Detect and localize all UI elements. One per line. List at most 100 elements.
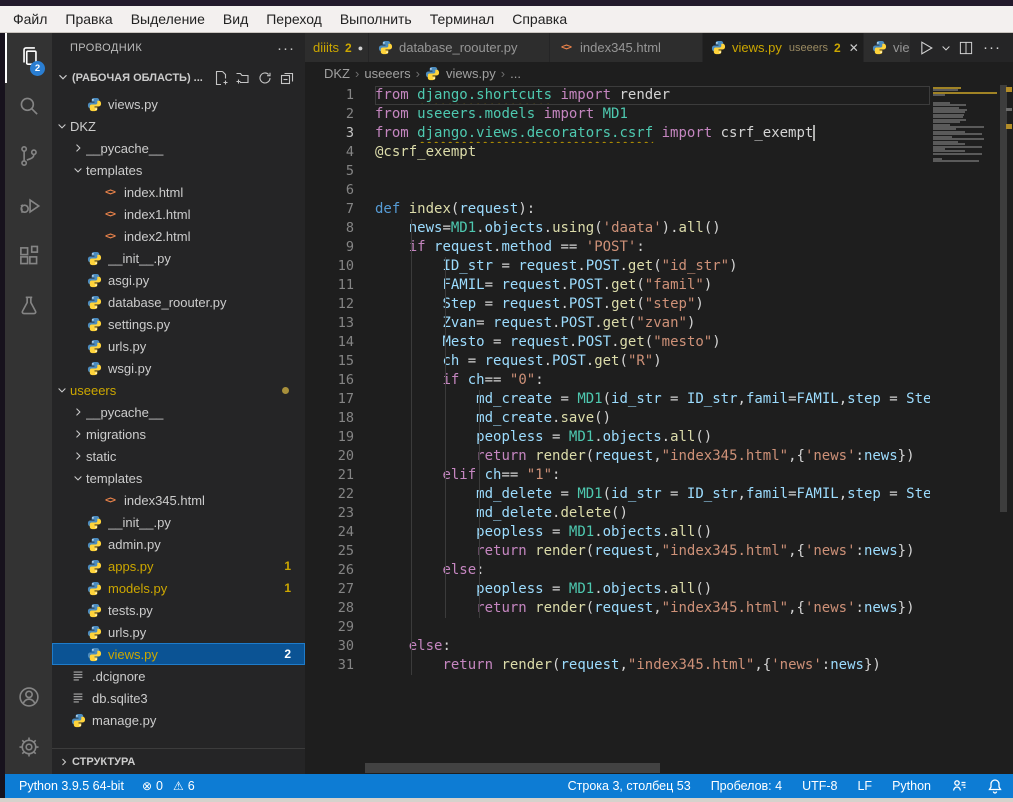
breadcrumb[interactable]: DKZ›useeers›views.py›... [305,62,1013,84]
tree-item-manage.py[interactable]: manage.py [52,709,305,731]
status-problems[interactable]: ⊗0⚠6 [142,779,195,793]
status-language-mode[interactable]: Python [892,779,931,793]
menu-item-6[interactable]: Выполнить [331,6,421,32]
menu-item-7[interactable]: Терминал [421,6,503,32]
tree-item-apps.py[interactable]: apps.py1 [52,555,305,577]
tree-item-__init__.py[interactable]: __init__.py [52,247,305,269]
tab-index345.html[interactable]: <>index345.html [550,33,702,62]
tree-item-useeers[interactable]: useeers [52,379,305,401]
tree-item-urls.py[interactable]: urls.py [52,621,305,643]
problems-badge: 2 [284,647,291,661]
tree-item-templates[interactable]: templates [52,467,305,489]
tree-item-index.html[interactable]: <>index.html [52,181,305,203]
breadcrumb-item-views.py[interactable]: views.py [446,66,496,81]
code-editor[interactable]: 1from django.shortcuts import render2fro… [305,84,1013,774]
menu-item-1[interactable]: Файл [4,6,56,32]
tree-item-index345.html[interactable]: <>index345.html [52,489,305,511]
status-indentation[interactable]: Пробелов: 4 [711,779,782,793]
tree-item-static[interactable]: static [52,445,305,467]
horizontal-scrollbar[interactable] [365,763,660,773]
close-icon[interactable]: ✕ [849,41,859,55]
explorer-more-actions-icon[interactable]: ··· [277,40,295,57]
tab-vie[interactable]: vie [864,33,910,62]
tree-item-__pycache__[interactable]: __pycache__ [52,401,305,423]
line-number: 26 [305,561,375,580]
status-cursor-position[interactable]: Строка 3, столбец 53 [568,779,691,793]
menu-item-3[interactable]: Выделение [122,6,214,32]
code-line-4[interactable]: 4@csrf_exempt [305,143,1013,162]
run-dropdown-chevron-icon[interactable] [939,35,953,61]
activity-bar: 2 [5,33,52,774]
code-line-1[interactable]: 1from django.shortcuts import render [305,86,1013,105]
breadcrumb-item-...[interactable]: ... [510,66,521,81]
menu-item-2[interactable]: Правка [56,6,121,32]
python-file-icon [86,558,102,574]
activity-explorer-button[interactable]: 2 [5,33,52,83]
tab-database_roouter.py[interactable]: database_roouter.py [369,33,549,62]
activity-run-debug-button[interactable] [5,183,52,233]
workspace-section-header[interactable]: (РАБОЧАЯ ОБЛАСТЬ) ... [52,63,305,93]
tree-item-templates[interactable]: templates [52,159,305,181]
feedback-icon[interactable] [951,778,967,794]
vertical-scrollbar[interactable] [1000,85,1007,512]
breadcrumb-item-useeers[interactable]: useeers [364,66,410,81]
split-editor-button[interactable] [953,35,979,61]
run-button[interactable] [913,35,939,61]
status-python-version[interactable]: Python 3.9.5 64-bit [19,779,124,793]
menu-item-8[interactable]: Справка [503,6,576,32]
python-file-icon [86,272,102,288]
tree-item-settings.py[interactable]: settings.py [52,313,305,335]
activity-account-button[interactable] [5,674,52,724]
editor-more-actions-button[interactable]: ··· [979,35,1005,61]
new-file-icon[interactable] [211,68,231,88]
tree-item-database_roouter.py[interactable]: database_roouter.py [52,291,305,313]
menu-item-5[interactable]: Переход [257,6,331,32]
tree-item-urls.py[interactable]: urls.py [52,335,305,357]
python-file-icon [86,624,102,640]
tree-item-DKZ[interactable]: DKZ [52,115,305,137]
tree-item-migrations[interactable]: migrations [52,423,305,445]
activity-search-button[interactable] [5,83,52,133]
tab-views.py[interactable]: views.pyuseeers2✕ [703,33,863,62]
tree-item-index2.html[interactable]: <>index2.html [52,225,305,247]
code-line-7[interactable]: 7def index(request): [305,200,1013,219]
tree-item-admin.py[interactable]: admin.py [52,533,305,555]
status-eol[interactable]: LF [857,779,872,793]
activity-testing-button[interactable] [5,283,52,333]
line-number: 14 [305,333,375,352]
tree-item-views.py[interactable]: views.py [52,93,305,115]
chevron-right-icon [56,756,72,768]
tree-item-asgi.py[interactable]: asgi.py [52,269,305,291]
code-line-2[interactable]: 2from useeers.models import MD1 [305,105,1013,124]
overview-warning-mark [1006,87,1012,92]
tree-item-.dcignore[interactable]: .dcignore [52,665,305,687]
notifications-bell-icon[interactable] [987,778,1003,794]
tree-item-db.sqlite3[interactable]: db.sqlite3 [52,687,305,709]
tree-item-wsgi.py[interactable]: wsgi.py [52,357,305,379]
activity-extensions-button[interactable] [5,233,52,283]
tree-item-views.py[interactable]: views.py2 [52,643,305,665]
tree-item-tests.py[interactable]: tests.py [52,599,305,621]
code-line-6[interactable]: 6 [305,181,1013,200]
new-folder-icon[interactable] [233,68,253,88]
menu-item-4[interactable]: Вид [214,6,257,32]
status-encoding[interactable]: UTF-8 [802,779,837,793]
tree-item-__pycache__[interactable]: __pycache__ [52,137,305,159]
explorer-sidebar: ПРОВОДНИК ··· (РАБОЧАЯ ОБЛАСТЬ) ... [52,33,305,774]
code-line-3[interactable]: 3from django.views.decorators.csrf impor… [305,124,1013,143]
activity-source-control-button[interactable] [5,133,52,183]
tree-item-index1.html[interactable]: <>index1.html [52,203,305,225]
line-content: ID_str = request.POST.get("id_str") [375,257,930,276]
breadcrumb-item-DKZ[interactable]: DKZ [324,66,350,81]
refresh-icon[interactable] [255,68,275,88]
code-line-5[interactable]: 5 [305,162,1013,181]
gear-icon [16,734,42,765]
activity-settings-button[interactable] [5,724,52,774]
minimap[interactable] [930,85,1000,163]
outline-section-header[interactable]: СТРУКТУРА [52,748,305,774]
run-debug-icon [16,193,42,224]
tab-diiits[interactable]: diiits2● [305,33,368,62]
tree-item-models.py[interactable]: models.py1 [52,577,305,599]
tree-item-__init__.py[interactable]: __init__.py [52,511,305,533]
collapse-all-icon[interactable] [277,68,297,88]
